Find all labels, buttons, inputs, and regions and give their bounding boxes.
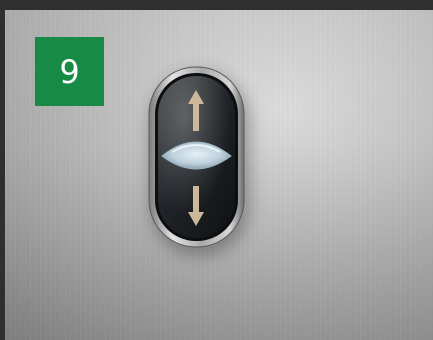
floor-number: 9 (59, 52, 80, 91)
call-button-graphic (148, 66, 245, 248)
elevator-scene: 9 (0, 0, 433, 340)
elevator-call-button (148, 66, 245, 248)
floor-number-badge: 9 (35, 37, 104, 106)
